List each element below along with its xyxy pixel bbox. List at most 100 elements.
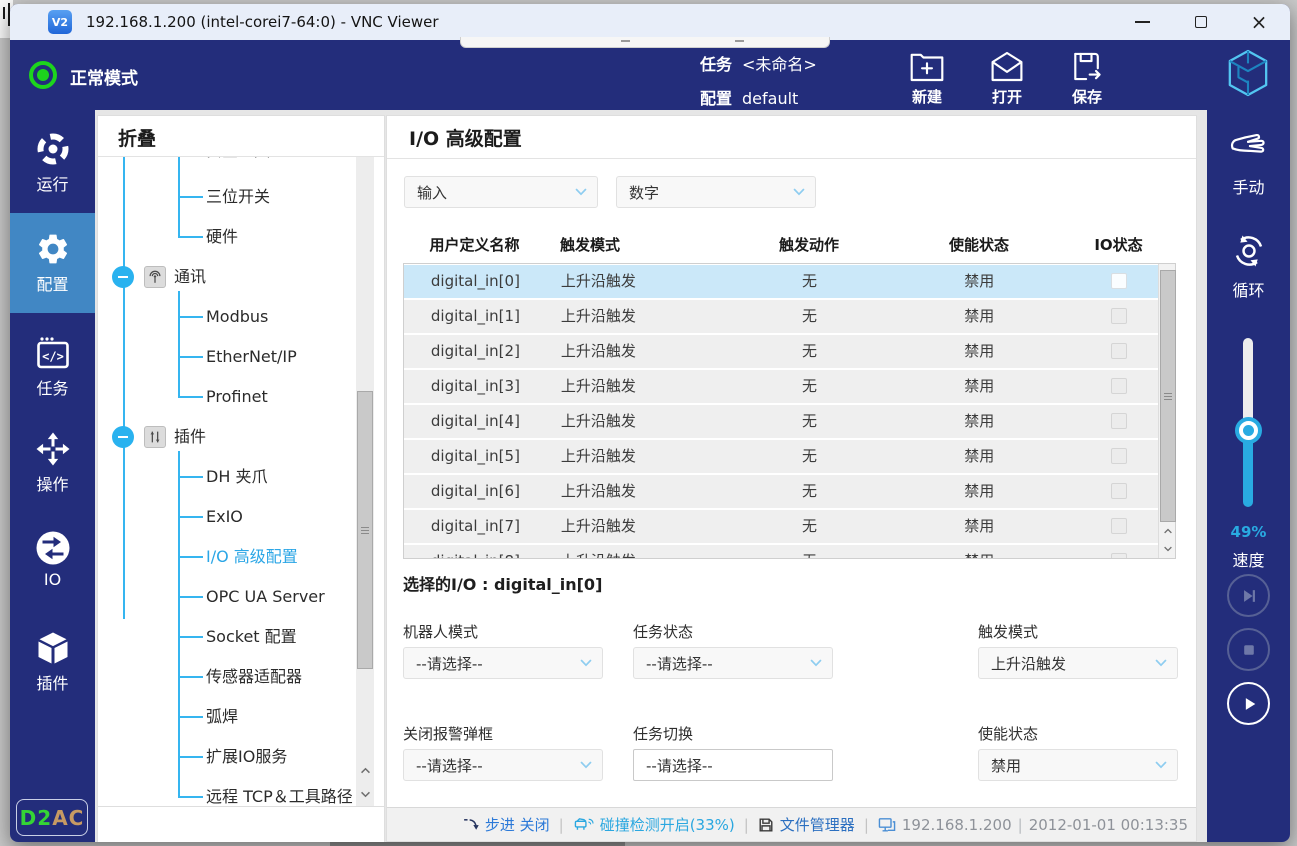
tree-item[interactable]: 三位开关 [206, 186, 270, 208]
io-table-row[interactable]: digital_in[6]上升沿触发无禁用 [404, 475, 1158, 508]
io-table-row[interactable]: digital_in[0]上升沿触发无禁用 [404, 265, 1158, 298]
gear-icon [10, 228, 95, 270]
close-button[interactable]: × [1239, 4, 1279, 40]
io-state-checkbox[interactable] [1111, 413, 1127, 429]
stop-button[interactable] [1227, 628, 1270, 671]
io-direction-select[interactable]: 输入 [404, 176, 598, 208]
config-value: default [742, 89, 798, 108]
maximize-icon [1195, 16, 1207, 28]
trigger-mode-select[interactable]: 上升沿触发 [978, 647, 1178, 679]
table-scroll-down-button[interactable] [1159, 540, 1176, 558]
robot-mode-select[interactable]: --请选择-- [403, 647, 603, 679]
step-status[interactable]: 步进 关闭 [485, 814, 550, 835]
io-table-row[interactable]: digital_in[8]上升沿触发无禁用 [404, 545, 1158, 558]
task-switch-input[interactable]: --请选择-- [633, 749, 833, 781]
io-table-row[interactable]: digital_in[4]上升沿触发无禁用 [404, 405, 1158, 438]
save-button[interactable]: 保存 [1047, 45, 1127, 107]
open-task-button[interactable]: 打开 [967, 45, 1047, 107]
table-scrollbar-thumb[interactable] [1160, 270, 1176, 522]
tree-collapse-toggle[interactable] [112, 426, 134, 448]
new-task-button[interactable]: 新建 [887, 45, 967, 107]
table-scrollbar[interactable] [1158, 264, 1175, 558]
io-table-header: 用户定义名称触发模式触发动作使能状态IO状态 [403, 226, 1158, 263]
table-scroll-up-button[interactable] [1159, 522, 1176, 540]
separator: | [744, 816, 749, 834]
tree-item[interactable]: 弧焊 [206, 706, 238, 728]
sidebar-item-task[interactable]: </>任务 [10, 332, 95, 404]
collision-detection-status[interactable]: 碰撞检测开启(33%) [600, 814, 735, 835]
io-state-checkbox[interactable] [1111, 378, 1127, 394]
io-table-row[interactable]: digital_in[2]上升沿触发无禁用 [404, 335, 1158, 368]
move-arrows-icon [10, 428, 95, 470]
loop-mode-icon[interactable] [1230, 232, 1267, 269]
io-state-checkbox[interactable] [1111, 343, 1127, 359]
io-kind-select[interactable]: 数字 [616, 176, 816, 208]
file-manager-link[interactable]: 文件管理器 [780, 814, 855, 835]
tree-scroll-down-button[interactable] [356, 782, 374, 806]
enable-state-value: 禁用 [991, 755, 1021, 776]
monitor-icon [878, 817, 896, 833]
tree-item[interactable]: Modbus [206, 306, 268, 328]
sidebar-item-run[interactable]: 运行 [10, 128, 95, 200]
tree-item[interactable]: 插件 [174, 426, 206, 448]
io-state-checkbox[interactable] [1111, 448, 1127, 464]
manual-mode-hand-icon[interactable] [1227, 130, 1270, 164]
io-table-row[interactable]: digital_in[1]上升沿触发无禁用 [404, 300, 1158, 333]
task-state-select[interactable]: --请选择-- [633, 647, 833, 679]
io-state-checkbox[interactable] [1111, 483, 1127, 499]
window-titlebar[interactable]: V2 192.168.1.200 (intel-corei7-64:0) - V… [10, 4, 1290, 40]
tree-item[interactable]: 扩展IO服务 [206, 746, 287, 768]
d2ac-badge[interactable]: D2AC [16, 799, 88, 836]
maximize-button[interactable] [1181, 4, 1221, 40]
tree-item[interactable]: Socket 配置 [206, 626, 297, 648]
vnc-toolbar-tab[interactable] [460, 37, 830, 48]
io-state-checkbox[interactable] [1111, 273, 1127, 289]
trigger-mode-label: 触发模式 [978, 621, 1038, 642]
tree-item[interactable]: EtherNet/IP [206, 346, 297, 368]
column-header: 用户定义名称 [403, 234, 546, 255]
trigger-action-cell: 无 [740, 335, 880, 368]
io-state-checkbox[interactable] [1111, 518, 1127, 534]
tree-scroll-up-button[interactable] [356, 758, 374, 782]
tree-item[interactable]: 远程 TCP＆工具路径 [206, 786, 353, 806]
tree-scrollbar-thumb[interactable] [357, 391, 373, 669]
tree-item[interactable]: 安全工具 [206, 157, 270, 162]
mode-status-icon [29, 61, 57, 89]
tree-item[interactable]: Profinet [206, 386, 268, 408]
tree-connector-line [178, 291, 180, 397]
run-target-icon [10, 128, 95, 170]
tree-item[interactable]: ExIO [206, 506, 243, 528]
sidebar-item-plugin[interactable]: 插件 [10, 627, 95, 699]
tree-collapse-toggle[interactable] [112, 266, 134, 288]
svg-text:</>: </> [42, 350, 64, 364]
sidebar-item-io[interactable]: IO [10, 527, 95, 599]
io-table-row[interactable]: digital_in[7]上升沿触发无禁用 [404, 510, 1158, 543]
io-state-cell [1079, 300, 1158, 333]
tree-item[interactable]: OPC UA Server [206, 586, 325, 608]
badge-text: D2 [20, 806, 53, 830]
io-state-checkbox[interactable] [1111, 553, 1127, 558]
play-button[interactable] [1227, 682, 1270, 725]
speed-slider-thumb[interactable] [1235, 417, 1262, 444]
sidebar-item-config[interactable]: 配置 [10, 228, 95, 300]
tree-item[interactable]: I/O 高级配置 [206, 546, 298, 568]
step-forward-button[interactable] [1227, 574, 1270, 617]
tree-panel-title[interactable]: 折叠 [118, 124, 156, 151]
trigger-mode-cell: 上升沿触发 [547, 370, 740, 403]
tree-item[interactable]: 硬件 [206, 226, 238, 248]
task-switch-value: --请选择-- [646, 755, 713, 776]
io-table-row[interactable]: digital_in[3]上升沿触发无禁用 [404, 370, 1158, 403]
close-alarm-select[interactable]: --请选择-- [403, 749, 603, 781]
tree-scrollbar[interactable] [356, 157, 374, 806]
enable-state-select[interactable]: 禁用 [978, 749, 1178, 781]
tree-item[interactable]: 通讯 [174, 266, 206, 288]
close-alarm-value: --请选择-- [416, 755, 483, 776]
io-table-row[interactable]: digital_in[5]上升沿触发无禁用 [404, 440, 1158, 473]
minimize-button[interactable] [1122, 4, 1162, 40]
tree-item[interactable]: DH 夹爪 [206, 466, 267, 488]
speed-slider[interactable] [1207, 330, 1290, 520]
trigger-mode-cell: 上升沿触发 [547, 335, 740, 368]
tree-item[interactable]: 传感器适配器 [206, 666, 302, 688]
io-state-checkbox[interactable] [1111, 308, 1127, 324]
sidebar-item-operate[interactable]: 操作 [10, 428, 95, 500]
